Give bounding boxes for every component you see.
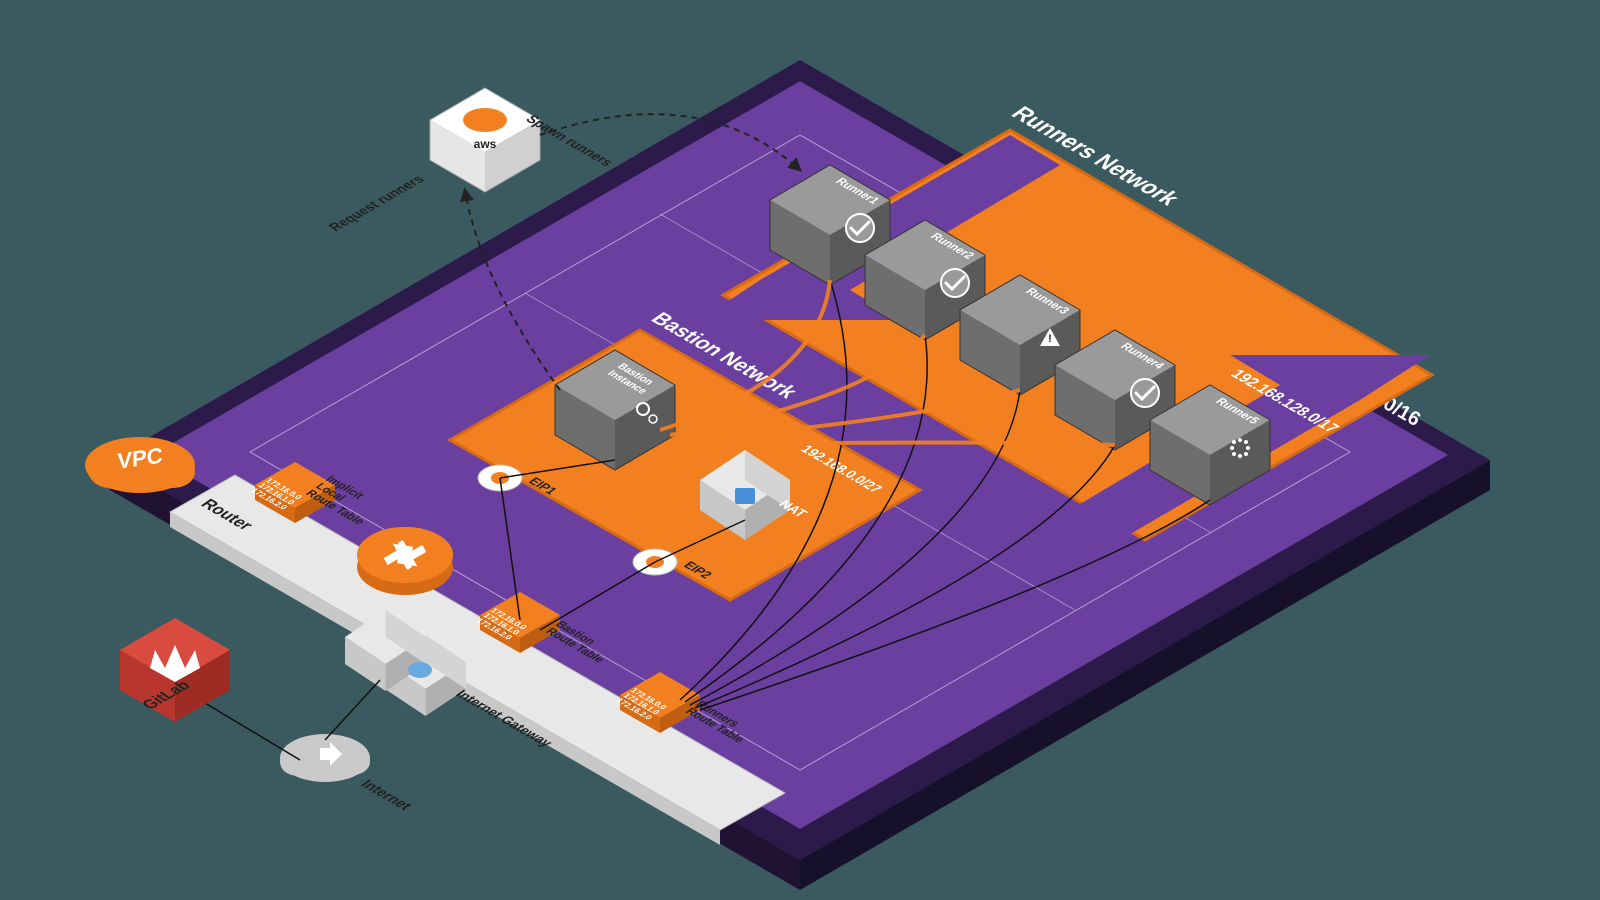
internet-label: Internet	[357, 778, 415, 813]
svg-text:!: !	[1048, 333, 1052, 345]
svg-text:aws: aws	[474, 137, 497, 151]
internet-cloud: Internet	[280, 734, 415, 813]
router-icon	[357, 527, 453, 595]
gitlab: GitLab	[120, 618, 230, 722]
aws-request-label: Request runners	[325, 173, 428, 234]
vpc-label-cloud: VPC	[85, 437, 195, 493]
